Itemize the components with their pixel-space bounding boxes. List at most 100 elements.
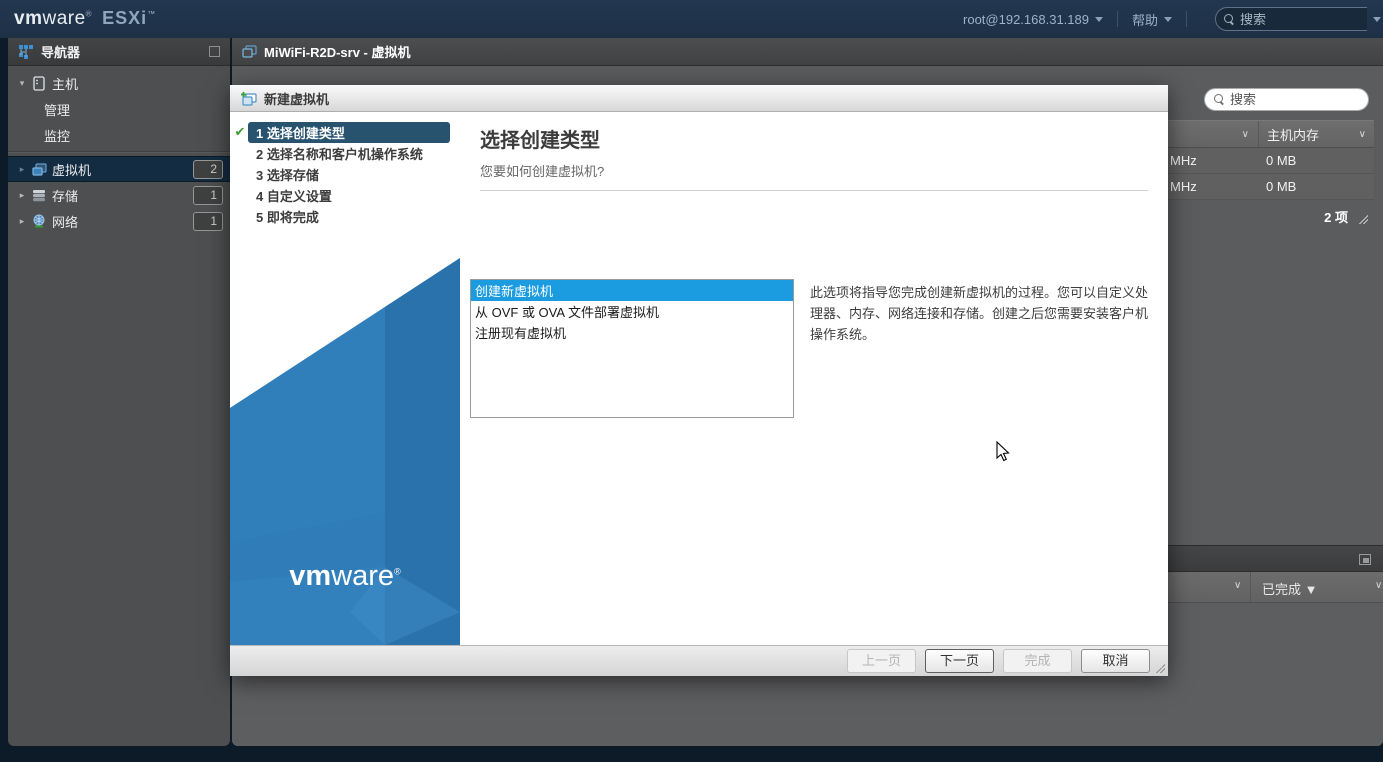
cancel-button[interactable]: 取消 — [1081, 649, 1150, 673]
vm-list-search-input[interactable] — [1230, 92, 1340, 107]
global-search[interactable] — [1215, 7, 1367, 31]
divider — [1186, 11, 1187, 27]
navigator-panel: 导航器 ▾ 主机 管理 监控 ▸ 虚拟机 2 ▸ 存储 1 ▸ 网络 1 — [8, 38, 230, 746]
divider — [1250, 572, 1251, 602]
chevron-down-icon — [1094, 16, 1103, 22]
wizard-step-1[interactable]: ✔ 1 选择创建类型 — [232, 121, 450, 143]
expand-right-icon[interactable]: ▸ — [16, 216, 28, 227]
wizard-step-label: 2 选择名称和客户机操作系统 — [256, 146, 423, 162]
sidebar-item-label: 监控 — [44, 128, 71, 144]
next-button[interactable]: 下一页 — [925, 649, 994, 673]
wizard-page-subtitle: 您要如何创建虚拟机? — [480, 164, 605, 179]
expand-right-icon[interactable]: ▸ — [16, 190, 28, 201]
column-label: 主机内存 — [1267, 127, 1320, 143]
row-count: 2 项 — [1324, 210, 1348, 225]
divider — [480, 190, 1148, 191]
collapse-panel-icon[interactable] — [209, 46, 220, 57]
wizard-step-label: 3 选择存储 — [256, 167, 319, 183]
back-button[interactable]: 上一页 — [847, 649, 916, 673]
sidebar-item-host[interactable]: ▾ 主机 — [8, 70, 230, 96]
help-menu[interactable]: 帮助 — [1132, 10, 1172, 29]
dialog-resize-grip-icon[interactable] — [1155, 663, 1165, 673]
storage-count-badge: 1 — [193, 185, 223, 205]
help-label: 帮助 — [1131, 12, 1158, 28]
dialog-title-bar[interactable]: 新建虚拟机 — [230, 85, 1168, 112]
vm-count-badge: 2 — [193, 159, 223, 179]
chevron-down-icon[interactable]: ∨ — [1359, 129, 1366, 140]
search-icon — [1224, 13, 1235, 25]
sidebar-item-storage[interactable]: ▸ 存储 1 — [8, 182, 230, 208]
option-create-new-vm[interactable]: 创建新虚拟机 — [471, 280, 793, 301]
wizard-step-2[interactable]: 2 选择名称和客户机操作系统 — [232, 143, 450, 163]
vmware-esxi-logo: vmware® ESXi™ — [14, 8, 156, 29]
option-register-existing-vm[interactable]: 注册现有虚拟机 — [471, 322, 793, 343]
sidebar-item-label: 存储 — [52, 188, 79, 204]
column-label: 已完成 ▼ — [1262, 582, 1318, 597]
cell-host-memory: 0 MB — [1266, 153, 1297, 168]
divider — [8, 151, 230, 153]
sidebar-item-monitor[interactable]: 监控 — [8, 122, 230, 148]
logo-ware: ware — [331, 560, 395, 592]
wizard-step-4[interactable]: 4 自定义设置 — [232, 185, 450, 205]
check-icon: ✔ — [234, 124, 246, 139]
wizard-step-label: 1 选择创建类型 — [248, 121, 450, 143]
brand-vm: vm — [14, 8, 43, 29]
storage-icon — [30, 189, 48, 202]
search-dropdown-icon[interactable] — [1373, 16, 1381, 22]
column-host-memory[interactable]: 主机内存 ∨ — [1258, 121, 1374, 147]
navigator-tree: ▾ 主机 管理 监控 ▸ 虚拟机 2 ▸ 存储 1 ▸ 网络 1 — [8, 66, 230, 234]
navigator-header: 导航器 — [8, 38, 230, 66]
sidebar-item-label: 主机 — [52, 76, 79, 92]
sidebar-item-label: 管理 — [44, 102, 71, 118]
sidebar-item-manage[interactable]: 管理 — [8, 96, 230, 122]
cell-host-memory: 0 MB — [1266, 179, 1297, 194]
new-vm-wizard-dialog: 新建虚拟机 ✔ 1 选择创建类型 2 选择名称和客户机操作系统 3 选择存储 4… — [230, 85, 1168, 676]
wizard-content: 选择创建类型 您要如何创建虚拟机? 创建新虚拟机 从 OVF 或 OVA 文件部… — [460, 112, 1168, 645]
option-description: 此选项将指导您完成创建新虚拟机的过程。您可以自定义处理器、内存、网络连接和存储。… — [810, 285, 1149, 342]
option-deploy-ovf-ova[interactable]: 从 OVF 或 OVA 文件部署虚拟机 — [471, 301, 793, 322]
wizard-step-label: 5 即将完成 — [256, 209, 319, 225]
user-menu[interactable]: root@192.168.31.189 — [963, 12, 1103, 27]
vm-tab-icon — [242, 45, 257, 58]
finish-button[interactable]: 完成 — [1003, 649, 1072, 673]
restore-pane-icon[interactable] — [1359, 554, 1371, 565]
wizard-step-3[interactable]: 3 选择存储 — [232, 164, 450, 184]
content-tab-bar: MiWiFi-R2D-srv - 虚拟机 — [232, 38, 1383, 66]
chevron-down-icon — [1164, 16, 1172, 22]
column-completed[interactable]: 已完成 ▼ — [1262, 579, 1317, 598]
navigator-title: 导航器 — [41, 45, 81, 60]
sidebar-item-virtual-machines[interactable]: ▸ 虚拟机 2 — [8, 156, 230, 182]
creation-type-listbox[interactable]: 创建新虚拟机 从 OVF 或 OVA 文件部署虚拟机 注册现有虚拟机 — [470, 279, 794, 418]
logo-vm: vm — [289, 560, 332, 592]
resize-grip-icon[interactable] — [1359, 215, 1368, 224]
dialog-title: 新建虚拟机 — [264, 91, 330, 107]
search-icon — [1214, 94, 1225, 105]
wizard-steps-panel: ✔ 1 选择创建类型 2 选择名称和客户机操作系统 3 选择存储 4 自定义设置… — [230, 112, 460, 645]
mouse-cursor — [996, 441, 1010, 462]
sidebar-item-label: 网络 — [52, 214, 79, 230]
cell-host-cpu: MHz — [1170, 153, 1197, 168]
brand-ware: ware — [42, 8, 86, 29]
wizard-step-label: 4 自定义设置 — [256, 188, 332, 204]
vmware-logo: vmware® — [289, 560, 401, 592]
page-title: MiWiFi-R2D-srv - 虚拟机 — [264, 45, 411, 60]
divider — [1116, 11, 1118, 27]
chevron-down-icon[interactable]: ∨ — [1234, 580, 1241, 591]
sidebar-item-networking[interactable]: ▸ 网络 1 — [8, 208, 230, 234]
wizard-footer: 上一页 下一页 完成 取消 — [230, 645, 1168, 676]
expand-right-icon[interactable]: ▸ — [16, 164, 28, 175]
network-icon — [30, 214, 48, 228]
sidebar-item-label: 虚拟机 — [52, 162, 92, 178]
chevron-down-icon[interactable]: ∨ — [1375, 580, 1382, 591]
global-search-input[interactable] — [1240, 11, 1340, 27]
vm-icon — [30, 162, 48, 176]
brand-esxi: ESXi — [102, 8, 148, 28]
network-count-badge: 1 — [193, 211, 223, 231]
host-icon — [30, 75, 48, 91]
wizard-page-title: 选择创建类型 — [480, 130, 600, 152]
wizard-step-5[interactable]: 5 即将完成 — [232, 206, 450, 226]
expand-down-icon[interactable]: ▾ — [16, 78, 28, 89]
chevron-down-icon[interactable]: ∨ — [1242, 129, 1249, 140]
vm-list-search[interactable] — [1204, 88, 1369, 111]
wizard-steps-list: ✔ 1 选择创建类型 2 选择名称和客户机操作系统 3 选择存储 4 自定义设置… — [230, 112, 460, 226]
